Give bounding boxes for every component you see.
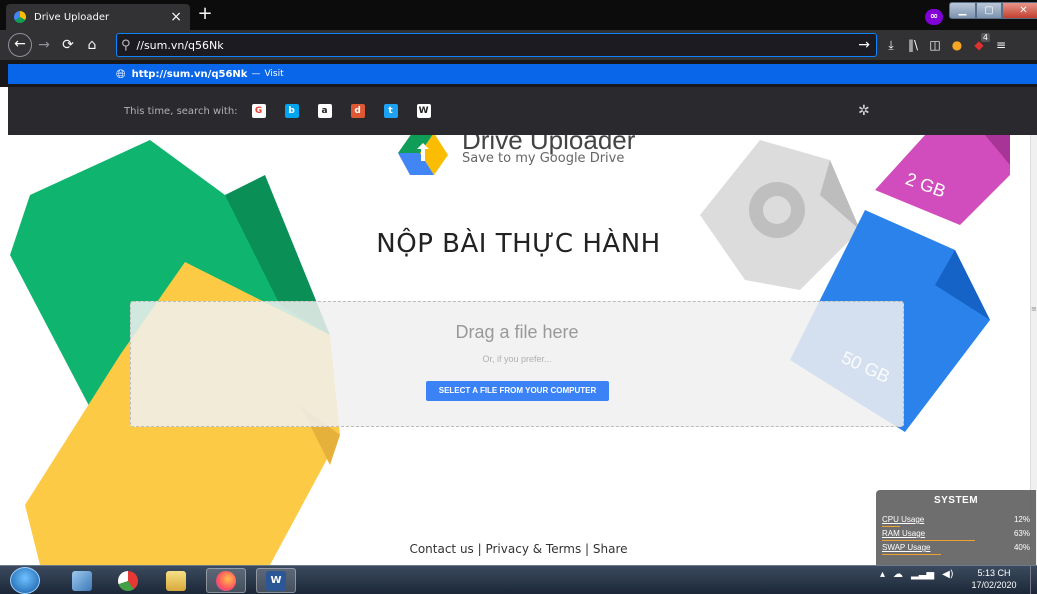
search-icon: ⚲ — [121, 37, 131, 53]
windows-taskbar: W ▴ ☁ ▂▃▅ ◀) 5:13 CH 17/02/2020 — [0, 565, 1037, 594]
select-file-button[interactable]: SELECT A FILE FROM YOUR COMPUTER — [426, 381, 609, 401]
taskbar-app-firefox[interactable] — [206, 568, 246, 593]
one-off-search-bar: This time, search with: Gb a d t W ✲ — [8, 87, 1037, 135]
system-tray: ▴ ☁ ▂▃▅ ◀) — [880, 569, 954, 580]
firefox-icon — [216, 570, 236, 591]
maximize-button[interactable]: ▢ — [976, 2, 1002, 19]
swap-usage-label: SWAP Usage — [882, 543, 931, 552]
suggestion-url: http://sum.vn/q56Nk — [131, 68, 248, 80]
ram-usage-bar — [882, 540, 976, 541]
word-icon: W — [266, 570, 286, 591]
suggestion-action: Visit — [264, 69, 284, 79]
tab-title: Drive Uploader — [34, 11, 110, 23]
close-window-button[interactable]: ✕ — [1002, 2, 1037, 19]
search-engine-twitter-icon[interactable]: t — [383, 104, 398, 118]
search-engine-amazon-icon[interactable]: a — [317, 104, 332, 118]
tray-expand-icon[interactable]: ▴ — [880, 569, 885, 580]
coccoc-browser-icon — [118, 570, 138, 591]
minimize-button[interactable]: ▁ — [949, 2, 976, 19]
download-icon[interactable]: ⤓ — [880, 33, 902, 57]
go-arrow-icon[interactable]: → — [858, 37, 870, 53]
ram-usage-label: RAM Usage — [882, 529, 926, 538]
ram-usage-value: 63% — [1013, 529, 1030, 538]
file-drop-zone[interactable]: Drag a file here Or, if you prefer... SE… — [130, 301, 904, 427]
sidebar-icon[interactable]: ◫ — [924, 33, 946, 57]
grey-document-illustration — [700, 140, 860, 290]
cpu-usage-value: 12% — [1013, 515, 1030, 524]
show-desktop-button[interactable] — [1030, 566, 1037, 594]
library-icon[interactable]: ‖\ — [902, 33, 924, 57]
clock-date: 17/02/2020 — [971, 580, 1017, 590]
search-engine-google-icon[interactable]: G — [251, 104, 266, 118]
volume-icon[interactable]: ◀) — [942, 569, 954, 580]
globe-icon: 🌐︎ — [116, 66, 126, 81]
drive-logo-icon — [398, 135, 448, 175]
folder-icon — [166, 570, 186, 591]
logo-subtitle: Save to my Google Drive — [462, 151, 625, 166]
cpu-usage-bar — [882, 526, 900, 527]
search-engine-duckduckgo-icon[interactable]: d — [350, 104, 365, 118]
search-engine-wikipedia-icon[interactable]: W — [416, 104, 431, 118]
network-signal-icon[interactable]: ▂▃▅ — [911, 569, 934, 580]
drive-favicon-icon — [14, 11, 26, 23]
taskbar-app-coccoc[interactable] — [108, 568, 148, 593]
url-suggestion-row[interactable]: 🌐︎ http://sum.vn/q56Nk — Visit — [8, 64, 1037, 84]
ublock-icon[interactable]: ◆ 4 — [968, 33, 990, 57]
browser-titlebar: Drive Uploader × + ∞ ▁ ▢ ✕ — [0, 0, 1037, 30]
cloud-icon[interactable]: ☁ — [893, 569, 903, 580]
search-engine-bing-icon[interactable]: b — [284, 104, 299, 118]
page-heading: NỘP BÀI THỰC HÀNH — [376, 229, 661, 259]
window-controls: ▁ ▢ ✕ — [949, 2, 1037, 19]
system-monitor-widget: SYSTEM CPU Usage 12% RAM Usage 63% SWAP … — [876, 490, 1036, 565]
cpu-usage-label: CPU Usage — [882, 515, 925, 524]
taskbar-clock[interactable]: 5:13 CH 17/02/2020 — [965, 568, 1023, 591]
clock-time: 5:13 CH — [977, 568, 1011, 578]
tab-close-icon[interactable]: × — [170, 10, 182, 24]
new-tab-button[interactable]: + — [194, 4, 216, 26]
ram-usage-row: RAM Usage 63% — [882, 529, 1030, 541]
private-browsing-icon: ∞ — [925, 9, 943, 25]
search-engine-list: Gb a d t W — [251, 104, 450, 118]
scrollbar-grip-icon[interactable]: ≡ — [1031, 305, 1037, 313]
drop-zone-subtitle: Or, if you prefer... — [482, 354, 552, 364]
url-input[interactable]: //sum.vn/q56Nk — [137, 39, 224, 52]
url-bar[interactable]: ⚲ //sum.vn/q56Nk → — [116, 33, 877, 57]
notepad-icon — [72, 570, 92, 591]
taskbar-app-explorer[interactable] — [156, 568, 196, 593]
system-widget-title: SYSTEM — [933, 495, 979, 506]
search-settings-gear-icon[interactable]: ✲ — [858, 103, 870, 119]
swap-usage-row: SWAP Usage 40% — [882, 543, 1030, 555]
ublock-count-badge: 4 — [980, 33, 990, 42]
extension-cookie-icon[interactable]: ● — [946, 33, 968, 57]
back-button[interactable]: ← — [8, 33, 32, 57]
home-button[interactable]: ⌂ — [80, 33, 104, 57]
taskbar-app-notepad[interactable] — [62, 568, 102, 593]
tab-drive-uploader[interactable]: Drive Uploader × — [6, 4, 190, 30]
search-with-label: This time, search with: — [124, 105, 238, 117]
start-button[interactable] — [10, 567, 40, 594]
menu-icon[interactable]: ≡ — [990, 33, 1012, 57]
taskbar-app-word[interactable]: W — [256, 568, 296, 593]
drop-zone-title: Drag a file here — [455, 322, 579, 342]
swap-usage-value: 40% — [1013, 543, 1030, 552]
reload-button[interactable]: ⟳ — [56, 33, 80, 57]
forward-button[interactable]: → — [32, 33, 56, 57]
navigation-toolbar: ← → ⟳ ⌂ ⚲ //sum.vn/q56Nk → ⤓ ‖\ ◫ ● ◆ 4 ≡ — [0, 30, 1037, 60]
suggestion-separator: — — [251, 69, 261, 79]
screen: Drive Uploader × + ∞ ▁ ▢ ✕ ← → ⟳ ⌂ ⚲ //s… — [0, 0, 1037, 594]
swap-usage-bar — [882, 554, 942, 555]
cpu-usage-row: CPU Usage 12% — [882, 515, 1030, 527]
toolbar-right-icons: ⤓ ‖\ ◫ ● ◆ 4 ≡ — [880, 33, 1012, 57]
